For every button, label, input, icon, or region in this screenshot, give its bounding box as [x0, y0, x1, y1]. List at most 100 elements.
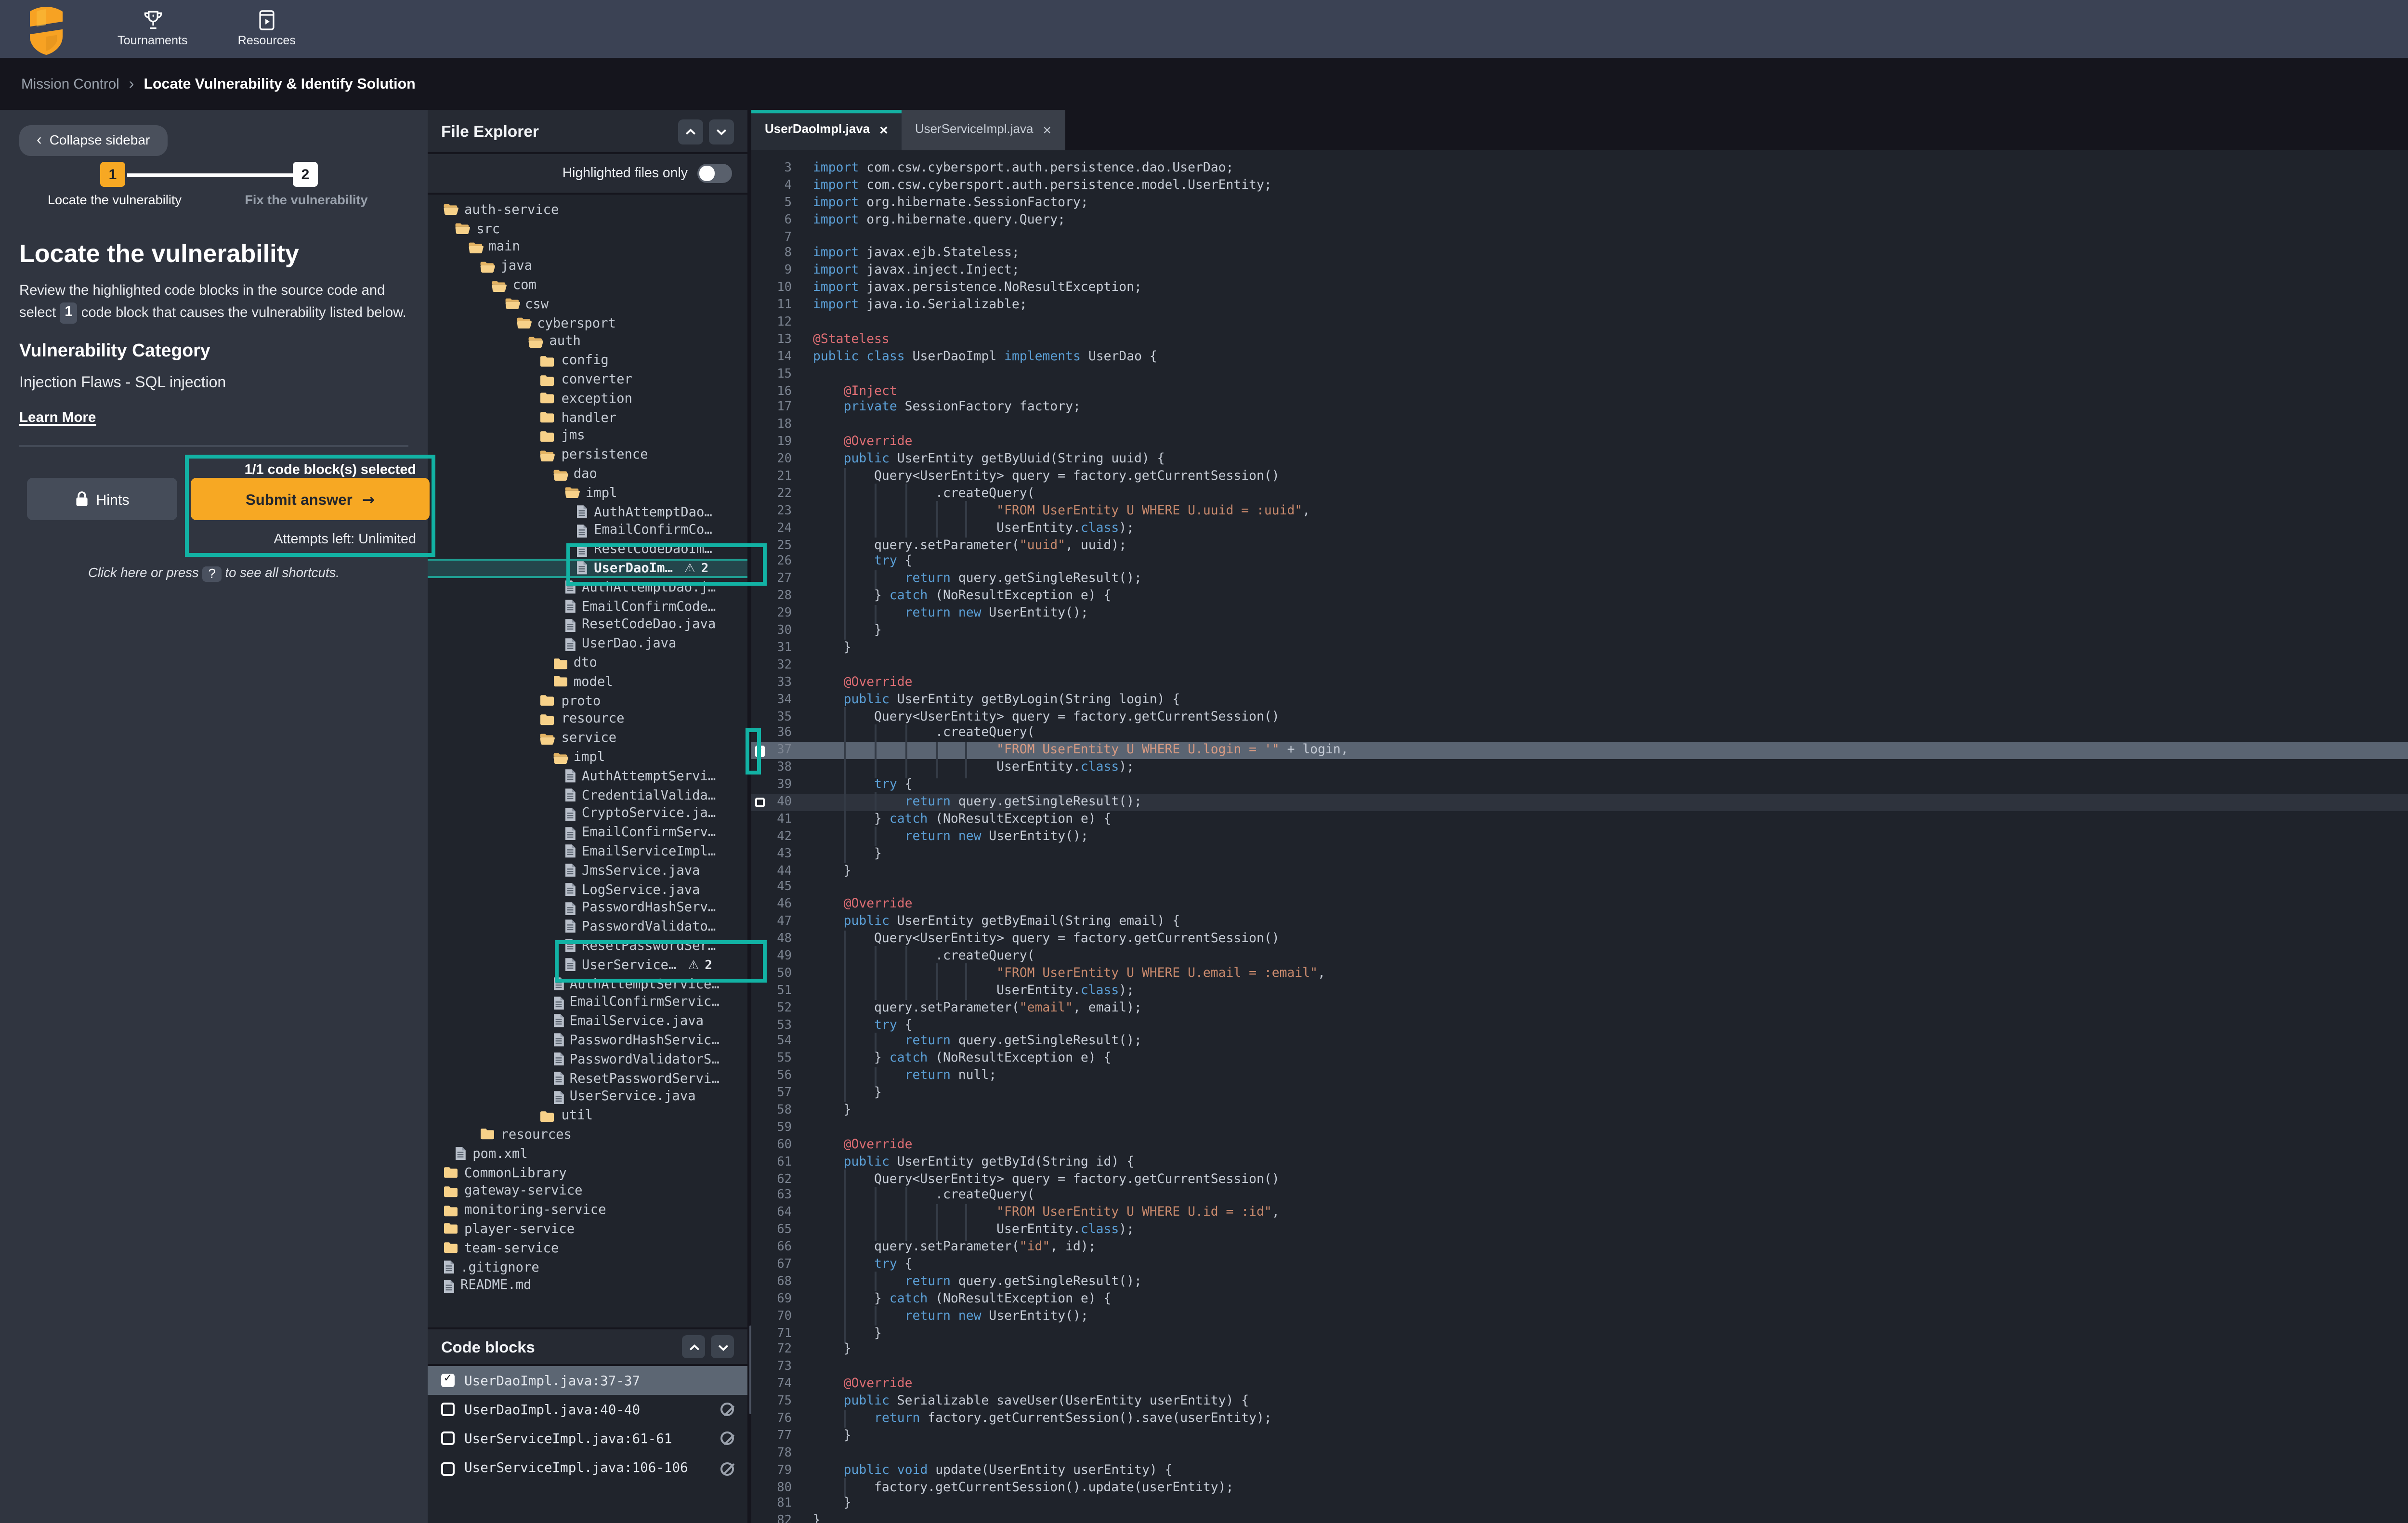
code-line[interactable]: 35 Query<UserEntity> query = factory.get… [751, 708, 2408, 725]
tree-item[interactable]: PasswordValidatorS… [428, 1050, 747, 1068]
code-line[interactable]: 81 } [751, 1496, 2408, 1513]
code-line[interactable]: 79 public void update(UserEntity userEnt… [751, 1462, 2408, 1479]
tree-item[interactable]: ResetPasswordServi… [428, 1069, 747, 1088]
code-line[interactable]: 6import org.hibernate.query.Query; [751, 211, 2408, 229]
breadcrumb-parent[interactable]: Mission Control [21, 75, 119, 92]
tree-item[interactable]: impl [428, 484, 747, 502]
tree-item[interactable]: UserService…⚠2 [428, 956, 747, 974]
learn-more-link[interactable]: Learn More [19, 408, 96, 426]
tree-item[interactable]: ResetPasswordSer… [428, 936, 747, 955]
code-line[interactable]: 39 try { [751, 776, 2408, 794]
code-line[interactable]: 42 return new UserEntity(); [751, 828, 2408, 845]
code-line[interactable]: 30 } [751, 622, 2408, 640]
shortcuts-hint[interactable]: Click here or press ? to see all shortcu… [10, 566, 418, 582]
tree-item[interactable]: service [428, 729, 747, 748]
prev-highlight-button[interactable] [678, 118, 703, 144]
code-line-checkbox-checked[interactable] [754, 747, 764, 757]
code-line[interactable]: 14public class UserDaoImpl implements Us… [751, 348, 2408, 366]
code-line[interactable]: 46 @Override [751, 896, 2408, 914]
code-line[interactable]: 31 } [751, 640, 2408, 657]
tree-item[interactable]: com [428, 276, 747, 295]
code-line[interactable]: 75 public Serializable saveUser(UserEnti… [751, 1393, 2408, 1411]
code-line[interactable]: 57 } [751, 1085, 2408, 1102]
tree-item[interactable]: README.md [428, 1276, 747, 1295]
code-line[interactable]: 21 Query<UserEntity> query = factory.get… [751, 468, 2408, 486]
tree-item[interactable]: persistence [428, 446, 747, 464]
code-line[interactable]: 41 } catch (NoResultException e) { [751, 811, 2408, 828]
code-line[interactable]: 80 factory.getCurrentSession().update(us… [751, 1479, 2408, 1496]
tree-item[interactable]: auth [428, 332, 747, 351]
tree-item[interactable]: cybersport [428, 314, 747, 332]
code-block-checkbox[interactable] [441, 1432, 455, 1446]
tree-item[interactable]: AuthAttemptServi… [428, 767, 747, 786]
code-block-row[interactable]: UserServiceImpl.java:61-61 [428, 1425, 747, 1454]
code-line[interactable]: 11import java.io.Serializable; [751, 297, 2408, 315]
tree-item[interactable]: gateway-service [428, 1182, 747, 1201]
code-block-checkbox[interactable] [441, 1462, 455, 1475]
tree-item[interactable]: PasswordHashServ… [428, 899, 747, 918]
tree-item[interactable]: pom.xml [428, 1144, 747, 1163]
tree-item[interactable]: PasswordHashServic… [428, 1031, 747, 1050]
code-line[interactable]: 8import javax.ejb.Stateless; [751, 246, 2408, 263]
code-line[interactable]: 24 UserEntity.class); [751, 520, 2408, 537]
code-line[interactable]: 26 try { [751, 554, 2408, 571]
code-line[interactable]: 4import com.csw.cybersport.auth.persiste… [751, 177, 2408, 195]
code-line[interactable]: 69 } catch (NoResultException e) { [751, 1290, 2408, 1308]
code-line[interactable]: 55 } catch (NoResultException e) { [751, 1050, 2408, 1068]
code-line[interactable]: 33 @Override [751, 674, 2408, 691]
code-line[interactable]: 70 return new UserEntity(); [751, 1308, 2408, 1325]
code-line[interactable]: 64 "FROM UserEntity U WHERE U.id = :id", [751, 1205, 2408, 1222]
code-line[interactable]: 20 public UserEntity getByUuid(String uu… [751, 451, 2408, 469]
tree-item[interactable]: dto [428, 654, 747, 672]
tree-item[interactable]: jms [428, 427, 747, 446]
nav-item-tournaments[interactable]: Tournaments [118, 10, 188, 48]
code-line[interactable]: 49 .createQuery( [751, 948, 2408, 965]
code-line[interactable]: 25 query.setParameter("uuid", uuid); [751, 537, 2408, 554]
tree-item[interactable]: EmailConfirmCode… [428, 597, 747, 616]
tree-item[interactable]: UserService.java [428, 1088, 747, 1106]
hints-button[interactable]: Hints [27, 478, 177, 520]
next-highlight-button[interactable] [709, 118, 734, 144]
tree-item[interactable]: proto [428, 691, 747, 710]
code-line[interactable]: 48 Query<UserEntity> query = factory.get… [751, 931, 2408, 948]
code-line[interactable]: 78 [751, 1444, 2408, 1462]
code-line[interactable]: 76 return factory.getCurrentSession().sa… [751, 1410, 2408, 1428]
code-line[interactable]: 28 } catch (NoResultException e) { [751, 588, 2408, 605]
code-line[interactable]: 34 public UserEntity getByLogin(String l… [751, 691, 2408, 708]
code-line[interactable]: 22 .createQuery( [751, 486, 2408, 503]
tree-item[interactable]: CredentialValida… [428, 786, 747, 804]
tree-item[interactable]: csw [428, 295, 747, 314]
code-line[interactable]: 50 "FROM UserEntity U WHERE U.email = :e… [751, 965, 2408, 982]
tree-item[interactable]: PasswordValidato… [428, 918, 747, 936]
tree-item[interactable]: EmailServiceImpl… [428, 842, 747, 861]
code-line-checkbox[interactable] [754, 798, 764, 808]
code-line[interactable]: 17 private SessionFactory factory; [751, 400, 2408, 417]
tree-item[interactable]: dao [428, 465, 747, 484]
code-block-row[interactable]: UserDaoImpl.java:40-40 [428, 1395, 747, 1425]
nav-item-resources[interactable]: Resources [238, 10, 296, 48]
code-line[interactable]: 5import org.hibernate.SessionFactory; [751, 194, 2408, 211]
tree-item[interactable]: monitoring-service [428, 1201, 747, 1220]
tab-close-icon[interactable]: × [1043, 123, 1052, 137]
tree-item[interactable]: EmailConfirmCo… [428, 521, 747, 540]
tree-item[interactable]: EmailConfirmServic… [428, 993, 747, 1012]
code-line[interactable]: 54 return query.getSingleResult(); [751, 1034, 2408, 1051]
code-line[interactable]: 13@Stateless [751, 331, 2408, 349]
tab-userserviceimpl[interactable]: UserServiceImpl.java × [902, 110, 1065, 150]
code-line[interactable]: 74 @Override [751, 1376, 2408, 1393]
code-line[interactable]: 66 query.setParameter("id", id); [751, 1239, 2408, 1256]
code-line[interactable]: 58 } [751, 1102, 2408, 1119]
code-line[interactable]: 82} [751, 1513, 2408, 1523]
tree-item[interactable]: converter [428, 370, 747, 389]
code-line[interactable]: 47 public UserEntity getByEmail(String e… [751, 914, 2408, 931]
tree-item[interactable]: config [428, 352, 747, 370]
code-line[interactable]: 40 return query.getSingleResult(); [751, 794, 2408, 811]
submit-answer-button[interactable]: Submit answer → [191, 478, 430, 520]
code-line[interactable]: 65 UserEntity.class); [751, 1222, 2408, 1239]
tree-item[interactable]: ResetCodeDao.java [428, 616, 747, 634]
code-line[interactable]: 51 UserEntity.class); [751, 982, 2408, 999]
code-block-checkbox[interactable] [441, 1374, 455, 1387]
code-line[interactable]: 71 } [751, 1325, 2408, 1342]
code-area[interactable]: 3import com.csw.cybersport.auth.persiste… [751, 150, 2408, 1523]
code-line[interactable]: 52 query.setParameter("email", email); [751, 999, 2408, 1017]
